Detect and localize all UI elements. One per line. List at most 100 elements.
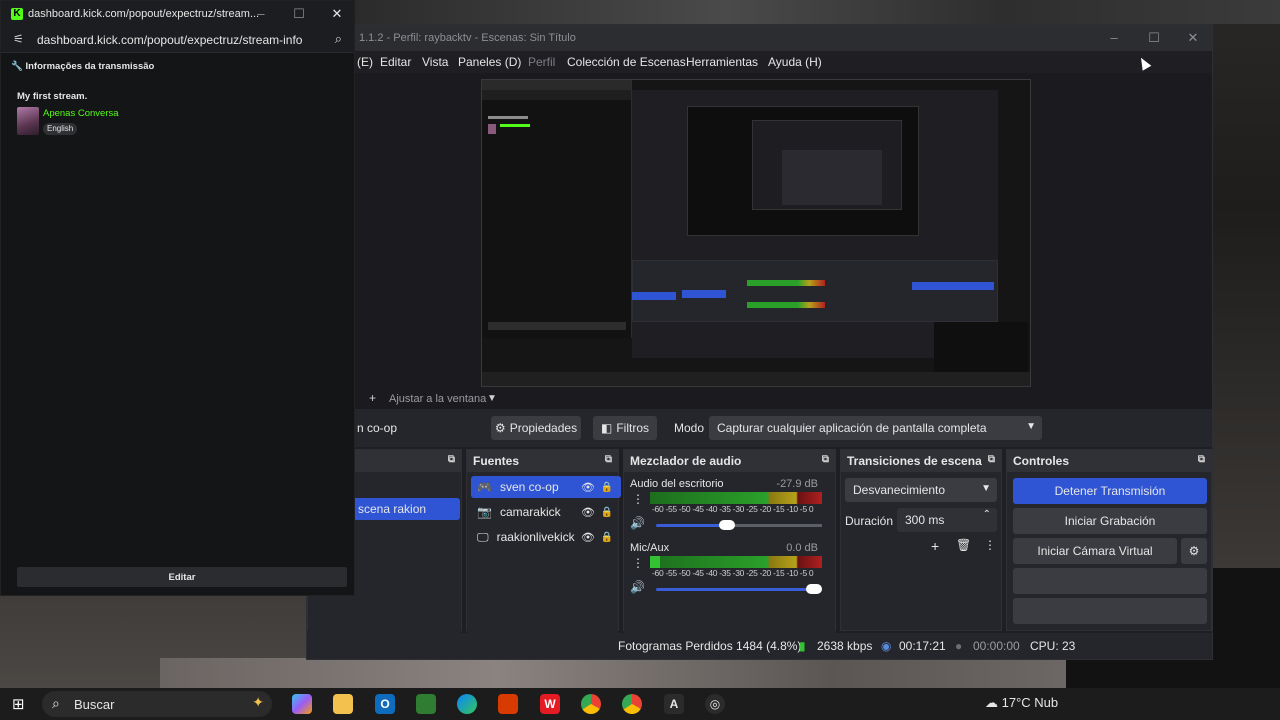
zoom-icon[interactable]: ⌕ — [335, 31, 342, 47]
preview-taskbar — [482, 372, 1030, 386]
kebab-menu-icon[interactable]: ⋮ — [984, 538, 996, 552]
stream-status-icon: ◉ — [881, 639, 892, 653]
preview-scale-row: + Ajustar a la ventana ▼ — [307, 389, 1212, 409]
chrome-icon[interactable] — [581, 694, 601, 714]
duration-spinbox[interactable]: 300 ms ⌃ — [897, 508, 997, 532]
speaker-icon[interactable]: 🔊 — [630, 580, 645, 594]
edit-button[interactable]: Editar — [17, 567, 347, 587]
filters-label: Filtros — [616, 421, 649, 435]
visibility-eye-icon[interactable]: 👁 — [581, 506, 595, 519]
source-item-raakion[interactable]: 🖵 raakionlivekick 👁 🔒 — [471, 526, 621, 548]
menu-item-view[interactable]: Vista — [422, 55, 448, 69]
signal-bars-icon: ▮ — [799, 639, 806, 653]
app-icon[interactable] — [416, 694, 436, 714]
spin-up-icon[interactable]: ⌃ — [983, 509, 991, 520]
visibility-eye-icon[interactable]: 👁 — [581, 531, 595, 544]
office-icon[interactable] — [498, 694, 518, 714]
menu-item-help[interactable]: Ayuda (H) — [768, 55, 822, 69]
controls-header: Controles ⧉ — [1007, 450, 1211, 472]
maximize-icon[interactable]: ☐ — [1144, 30, 1164, 46]
copilot-icon[interactable] — [292, 694, 312, 714]
site-settings-icon[interactable]: ⚟ — [13, 32, 24, 46]
chevron-down-icon[interactable]: ▼ — [487, 393, 497, 404]
undock-icon[interactable]: ⧉ — [988, 454, 995, 465]
source-label: camarakick — [499, 505, 561, 519]
source-label: raakionlivekick — [496, 530, 575, 544]
add-transition-icon[interactable]: + — [931, 538, 939, 554]
speaker-icon[interactable]: 🔊 — [630, 516, 645, 530]
menu-item-file-partial[interactable]: (E) — [357, 55, 373, 69]
obs-window: 1.1.2 - Perfil: raybacktv - Escenas: Sin… — [306, 24, 1213, 660]
weather-widget[interactable]: ☁ 17°C Nub — [985, 695, 1058, 711]
maximize-icon[interactable]: ☐ — [289, 6, 309, 22]
undock-icon[interactable]: ⧉ — [605, 454, 612, 465]
audio-meter — [650, 492, 822, 504]
mode-value: Capturar cualquier aplicación de pantall… — [717, 421, 987, 435]
start-virtual-camera-button[interactable]: Iniciar Cámara Virtual — [1013, 538, 1177, 564]
transition-select[interactable]: Desvanecimiento ▼ — [845, 478, 997, 502]
controls-title: Controles — [1013, 454, 1070, 468]
current-source-name: n co-op — [357, 421, 398, 435]
settings-button[interactable] — [1013, 598, 1207, 624]
properties-button[interactable]: ⚙ Propiedades — [491, 416, 581, 440]
menu-item-docks[interactable]: Paneles (D) — [458, 55, 521, 69]
virtual-camera-settings-button[interactable]: ⚙ — [1181, 538, 1207, 564]
lock-icon[interactable]: 🔒 — [601, 532, 613, 543]
kebab-menu-icon[interactable]: ⋮ — [632, 556, 644, 570]
source-item-sven[interactable]: 🎮 sven co-op 👁 🔒 — [471, 476, 621, 498]
menu-item-edit[interactable]: Editar — [380, 55, 411, 69]
stream-info-heading: 🔧 Informações da transmissão — [11, 61, 154, 72]
edge-icon[interactable] — [457, 694, 477, 714]
status-bar: Fotogramas Perdidos 1484 (4.8%) ▮ 2638 k… — [307, 633, 1212, 659]
lock-icon[interactable]: 🔒 — [601, 482, 613, 493]
wps-icon[interactable]: W — [540, 694, 560, 714]
sparkle-icon: ✦ — [252, 694, 264, 710]
taskbar-search[interactable]: ⌕ Buscar ✦ — [42, 691, 272, 717]
add-icon[interactable]: + — [369, 391, 376, 405]
undock-icon[interactable]: ⧉ — [1198, 454, 1205, 465]
undock-icon[interactable]: ⧉ — [822, 454, 829, 465]
remove-transition-icon[interactable]: 🗑 — [956, 538, 971, 552]
windows-start-icon[interactable]: ⊞ — [12, 695, 25, 713]
volume-knob[interactable] — [806, 584, 822, 594]
minimize-icon[interactable]: – — [251, 6, 271, 21]
chevron-down-icon: ▼ — [1026, 421, 1036, 432]
filters-button[interactable]: ◧ Filtros — [593, 416, 657, 440]
obs-icon[interactable]: ◎ — [705, 694, 725, 714]
studio-mode-button[interactable] — [1013, 568, 1207, 594]
start-recording-button[interactable]: Iniciar Grabación — [1013, 508, 1207, 534]
minimize-icon[interactable]: – — [1104, 30, 1124, 45]
volume-slider[interactable] — [656, 520, 822, 530]
menu-item-profile[interactable]: Perfil — [528, 55, 555, 69]
menu-item-scene-collection[interactable]: Colección de Escenas — [567, 55, 686, 69]
close-icon[interactable]: ✕ — [1183, 30, 1203, 46]
obs-window-title: 1.1.2 - Perfil: raybacktv - Escenas: Sin… — [359, 32, 576, 44]
outlook-icon[interactable]: O — [375, 694, 395, 714]
sources-title: Fuentes — [473, 454, 520, 468]
menu-item-tools[interactable]: Herramientas — [686, 55, 758, 69]
notion-icon[interactable]: A — [664, 694, 684, 714]
source-item-camarakick[interactable]: 📷 camarakick 👁 🔒 — [471, 501, 621, 523]
close-icon[interactable]: ✕ — [327, 6, 347, 22]
preview-scale-select[interactable]: Ajustar a la ventana — [389, 393, 486, 405]
mode-select[interactable]: Capturar cualquier aplicación de pantall… — [709, 416, 1042, 440]
stop-streaming-button[interactable]: Detener Transmisión — [1013, 478, 1207, 504]
category-name[interactable]: Apenas Conversa — [43, 108, 119, 119]
preview-obs-window — [632, 90, 998, 358]
volume-knob[interactable] — [719, 520, 735, 530]
chevron-down-icon: ▼ — [981, 483, 991, 494]
chrome-profile-icon[interactable] — [622, 694, 642, 714]
lock-icon[interactable]: 🔒 — [601, 507, 613, 518]
kick-url[interactable]: dashboard.kick.com/popout/expectruz/stre… — [37, 33, 302, 47]
preview-canvas[interactable] — [481, 79, 1031, 387]
channel-db: 0.0 dB — [786, 542, 818, 554]
undock-icon[interactable]: ⧉ — [448, 454, 455, 465]
meter-scale: -60 -55 -50 -45 -40 -35 -30 -25 -20 -15 … — [652, 504, 814, 514]
file-explorer-icon[interactable] — [333, 694, 353, 714]
visibility-eye-icon[interactable]: 👁 — [581, 481, 595, 494]
kebab-menu-icon[interactable]: ⋮ — [632, 492, 644, 506]
mixer-channel-mic: Mic/Aux 0.0 dB ⋮ -60 -55 -50 -45 -40 -35… — [630, 542, 822, 602]
meter-level — [650, 556, 660, 568]
kick-tab-title: dashboard.kick.com/popout/expectruz/stre… — [28, 8, 260, 20]
volume-slider[interactable] — [656, 584, 822, 594]
